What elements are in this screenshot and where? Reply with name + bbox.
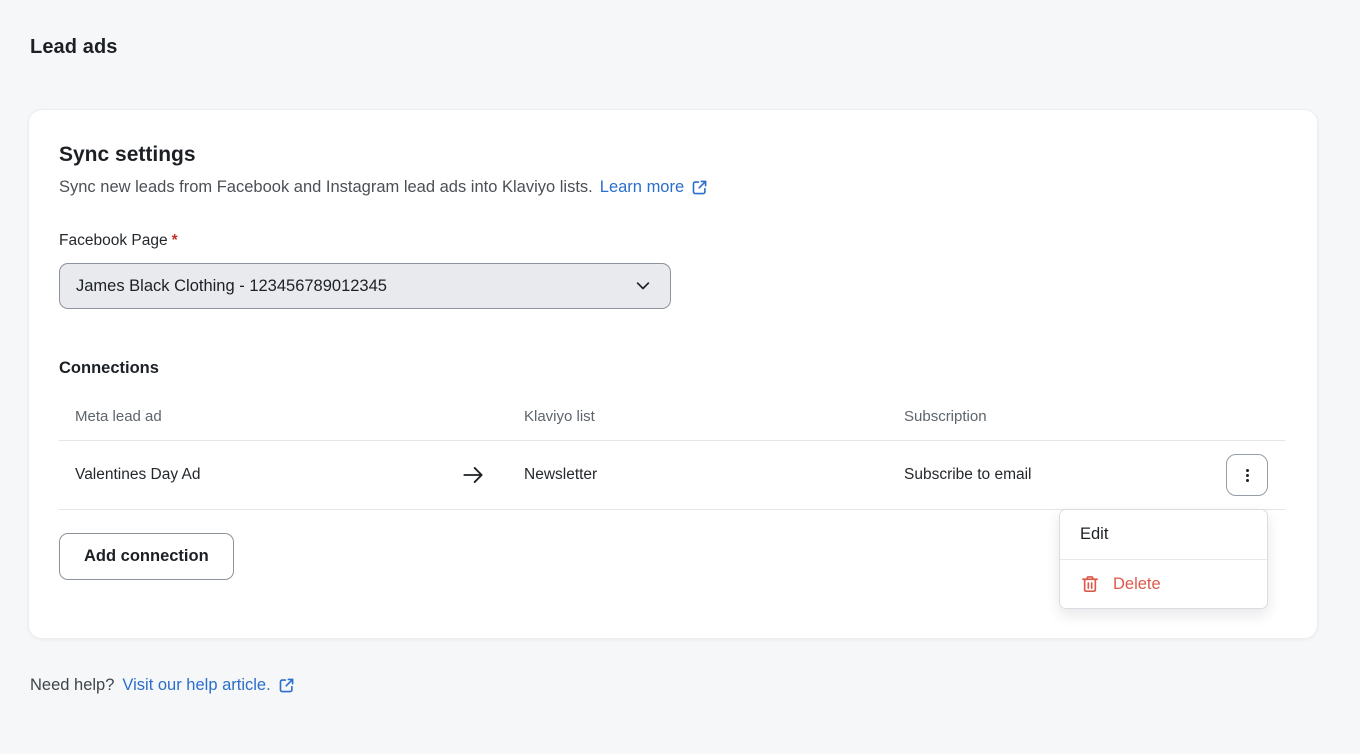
column-header-subscription: Subscription [889, 408, 1226, 425]
menu-item-delete[interactable]: Delete [1060, 559, 1267, 608]
learn-more-label: Learn more [600, 178, 684, 197]
add-connection-button[interactable]: Add connection [59, 533, 234, 580]
facebook-page-label: Facebook Page* [59, 232, 1283, 250]
help-footer: Need help? Visit our help article. [30, 676, 1318, 695]
menu-item-edit[interactable]: Edit [1060, 510, 1267, 559]
cell-klaviyo-list: Newsletter [509, 466, 889, 484]
row-actions: Edit Delete [1226, 454, 1268, 496]
facebook-page-select[interactable]: James Black Clothing - 123456789012345 [59, 263, 671, 309]
required-asterisk: * [172, 232, 178, 249]
description-text: Sync new leads from Facebook and Instagr… [59, 178, 593, 197]
table-row: Valentines Day Ad Newsletter Subscribe t… [59, 441, 1285, 510]
cell-meta-lead-ad: Valentines Day Ad [59, 462, 509, 488]
page-title: Lead ads [30, 36, 1318, 59]
meta-lead-ad-name: Valentines Day Ad [75, 466, 201, 484]
need-help-text: Need help? [30, 676, 114, 695]
trash-icon [1080, 574, 1100, 594]
external-link-icon [691, 179, 708, 196]
edit-label: Edit [1080, 525, 1108, 544]
delete-label: Delete [1113, 575, 1161, 594]
connections-heading: Connections [59, 359, 1283, 378]
connections-table: Meta lead ad Klaviyo list Subscription V… [59, 408, 1285, 510]
facebook-page-label-text: Facebook Page [59, 232, 168, 249]
kebab-menu-icon [1239, 467, 1256, 484]
sync-settings-heading: Sync settings [59, 143, 1283, 167]
row-actions-menu: Edit Delete [1059, 509, 1268, 609]
help-article-link[interactable]: Visit our help article. [122, 676, 294, 695]
learn-more-link[interactable]: Learn more [600, 178, 708, 197]
chevron-down-icon [633, 276, 653, 296]
sync-settings-description: Sync new leads from Facebook and Instagr… [59, 178, 1283, 197]
help-article-label: Visit our help article. [122, 676, 270, 695]
column-header-klaviyo-list: Klaviyo list [509, 408, 889, 425]
connections-table-header: Meta lead ad Klaviyo list Subscription [59, 408, 1285, 441]
row-actions-button[interactable] [1226, 454, 1268, 496]
cell-subscription: Subscribe to email [889, 466, 1226, 484]
sync-settings-card: Sync settings Sync new leads from Facebo… [28, 109, 1318, 639]
facebook-page-field: Facebook Page* James Black Clothing - 12… [59, 232, 1283, 309]
lead-ads-page: Lead ads Sync settings Sync new leads fr… [0, 36, 1360, 695]
arrow-right-icon [460, 462, 486, 488]
facebook-page-selected-value: James Black Clothing - 123456789012345 [76, 277, 387, 296]
external-link-icon [278, 677, 295, 694]
column-header-meta-lead-ad: Meta lead ad [59, 408, 509, 425]
